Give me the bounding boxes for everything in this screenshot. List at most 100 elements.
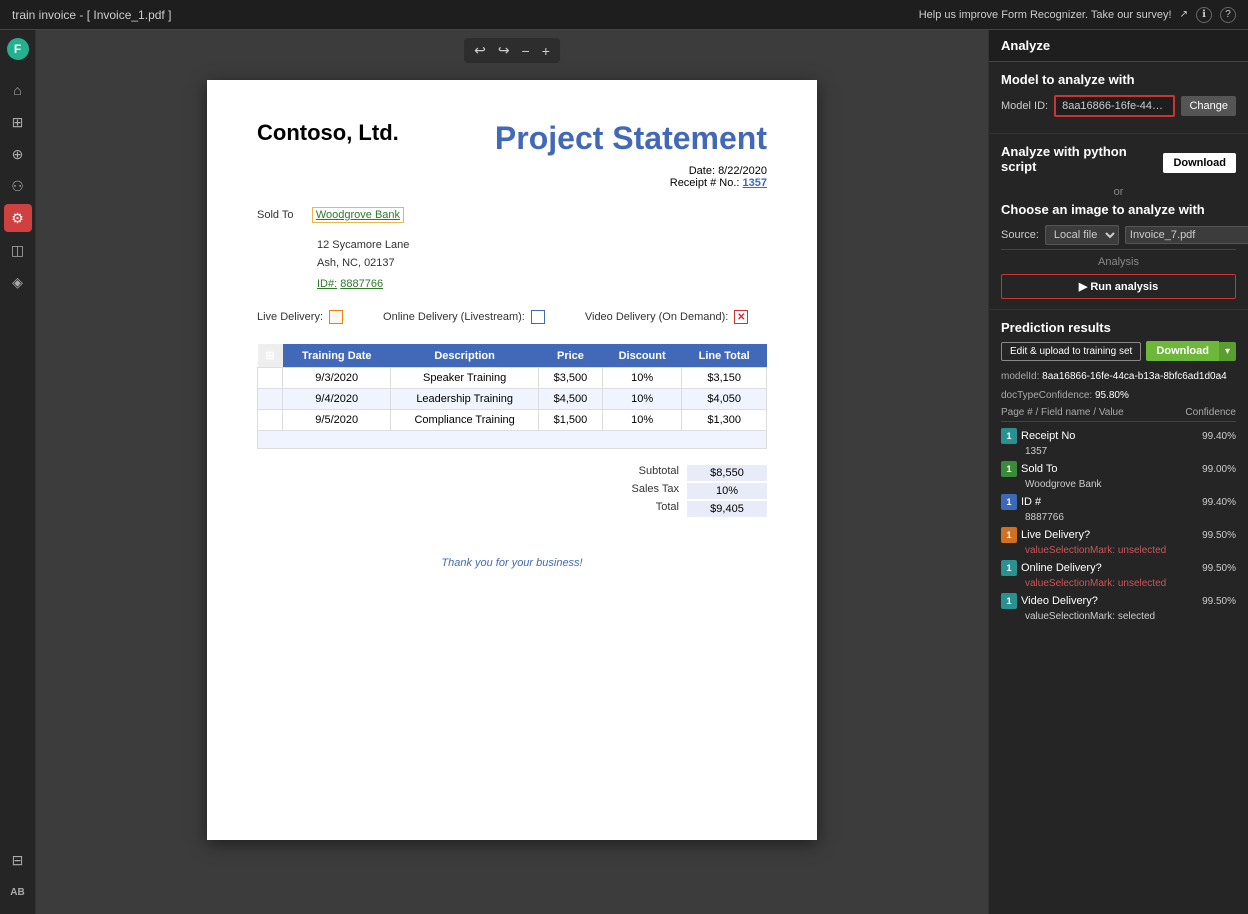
analysis-label: Analysis (1001, 249, 1236, 268)
model-id-label: Model ID: (1001, 100, 1048, 112)
col-training-date: Training Date (283, 344, 391, 368)
sidebar-icon-label[interactable]: ⊕ (4, 140, 32, 168)
sidebar-icon-layout[interactable]: ⊞ (4, 108, 32, 136)
address-line1: 12 Sycamore Lane (317, 237, 767, 255)
info-icon[interactable]: ℹ (1196, 7, 1212, 23)
download-main-button[interactable]: Download (1146, 341, 1219, 361)
row1-date: 9/3/2020 (283, 368, 391, 389)
sidebar-icon-person[interactable]: ⚇ (4, 172, 32, 200)
invoice-header: Contoso, Ltd. Project Statement Date: 8/… (257, 120, 767, 189)
subtotal-label: Subtotal (607, 465, 687, 481)
source-label: Source: (1001, 229, 1039, 241)
doc-zoom-in-btn[interactable]: + (538, 40, 554, 61)
sidebar-icon-settings[interactable]: ⚙ (4, 204, 32, 232)
field-value-soldto: Woodgrove Bank (1001, 479, 1236, 490)
sidebar-icon-document[interactable]: ◫ (4, 236, 32, 264)
model-id-row: Model ID: 8aa16866-16fe-44ca-b13a-8bfc6a… (1001, 95, 1236, 117)
online-delivery-checkbox (531, 310, 545, 324)
tax-label: Sales Tax (607, 483, 687, 499)
date-value: 8/22/2020 (718, 165, 767, 177)
choose-section-title: Choose an image to analyze with (1001, 202, 1236, 217)
survey-text: Help us improve Form Recognizer. Take ou… (919, 9, 1172, 21)
help-icon[interactable]: ? (1220, 7, 1236, 23)
field-name-soldto: Sold To (1021, 463, 1198, 475)
field-conf-live: 99.50% (1202, 530, 1236, 541)
sidebar-icon-table[interactable]: ⊟ (4, 846, 32, 874)
app-logo: F (7, 38, 29, 60)
row2-price: $4,500 (539, 389, 603, 410)
field-row-online: 1 Online Delivery? 99.50% valueSelection… (1001, 558, 1236, 589)
row2-desc: Leadership Training (391, 389, 539, 410)
prediction-title: Prediction results (1001, 320, 1236, 335)
total-row: Total $9,405 (607, 501, 767, 517)
prediction-section: Prediction results Edit & upload to trai… (989, 310, 1248, 634)
subtotal-value: $8,550 (687, 465, 767, 481)
badge-soldto: 1 (1001, 461, 1017, 477)
sidebar-icon-ab[interactable]: AB (4, 878, 32, 906)
subtotal-row: Subtotal $8,550 (607, 465, 767, 481)
field-name-receipt: Receipt No (1021, 430, 1198, 442)
invoice-id: ID#: 8887766 (317, 278, 767, 290)
panel-header: Analyze (989, 30, 1248, 62)
doc-forward-btn[interactable]: ↪ (494, 40, 514, 61)
source-select[interactable]: Local file URL (1045, 225, 1119, 245)
download-arrow-button[interactable]: ▾ (1219, 342, 1236, 361)
field-value-live: valueSelectionMark: unselected (1001, 545, 1236, 556)
invoice-footer: Thank you for your business! (257, 557, 767, 569)
live-delivery-item: Live Delivery: (257, 310, 343, 324)
python-download-button[interactable]: Download (1163, 153, 1236, 173)
row3-price: $1,500 (539, 410, 603, 431)
model-id-meta: modelId: 8aa16866-16fe-44ca-b13a-8bfc6ad… (1001, 369, 1236, 384)
download-split-button: Download ▾ (1146, 341, 1236, 361)
row3-desc: Compliance Training (391, 410, 539, 431)
doc-back-btn[interactable]: ↩ (470, 40, 490, 61)
field-row-id: 1 ID # 99.40% 8887766 (1001, 492, 1236, 523)
total-label: Total (607, 501, 687, 517)
row3-discount: 10% (602, 410, 681, 431)
change-model-button[interactable]: Change (1181, 96, 1236, 116)
table-icon-col: ⊞ (258, 344, 283, 368)
col-price: Price (539, 344, 603, 368)
table-row: 9/5/2020 Compliance Training $1,500 10% … (258, 410, 767, 431)
model-id-value: 8aa16866-16fe-44ca-b13a-8bfc6a... (1054, 95, 1175, 117)
tax-value: 10% (687, 483, 767, 499)
id-value: 8887766 (340, 278, 383, 290)
prediction-buttons: Edit & upload to training set Download ▾ (1001, 341, 1236, 361)
live-delivery-checkbox (329, 310, 343, 324)
edit-upload-button[interactable]: Edit & upload to training set (1001, 342, 1141, 361)
col-discount: Discount (602, 344, 681, 368)
table-row: 9/3/2020 Speaker Training $3,500 10% $3,… (258, 368, 767, 389)
field-name-id: ID # (1021, 496, 1198, 508)
right-panel: Analyze Model to analyze with Model ID: … (988, 30, 1248, 914)
python-section-title: Analyze with python script (1001, 144, 1163, 174)
invoice-checkboxes: Live Delivery: Online Delivery (Livestre… (257, 310, 767, 324)
online-delivery-item: Online Delivery (Livestream): (383, 310, 545, 324)
python-section: Analyze with python script Download or C… (989, 134, 1248, 310)
row2-date: 9/4/2020 (283, 389, 391, 410)
doc-toolbar: ↩ ↪ − + (464, 38, 560, 63)
doc-zoom-out-btn[interactable]: − (518, 40, 534, 61)
invoice-title: Project Statement (495, 120, 767, 157)
row2-total: $4,050 (682, 389, 767, 410)
sidebar-icon-pin[interactable]: ◈ (4, 268, 32, 296)
row1-desc: Speaker Training (391, 368, 539, 389)
video-delivery-checkbox: ✕ (734, 310, 748, 324)
field-name-live: Live Delivery? (1021, 529, 1198, 541)
receipt-label: Receipt # No.: (670, 177, 740, 189)
field-conf-id: 99.40% (1202, 497, 1236, 508)
field-table-header: Page # / Field name / Value Confidence (1001, 407, 1236, 422)
field-conf-receipt: 99.40% (1202, 431, 1236, 442)
model-section: Model to analyze with Model ID: 8aa16866… (989, 62, 1248, 134)
field-value-id: 8887766 (1001, 512, 1236, 523)
invoice-table: ⊞ Training Date Description Price Discou… (257, 344, 767, 449)
table-row: 9/4/2020 Leadership Training $4,500 10% … (258, 389, 767, 410)
sidebar-icon-home[interactable]: ⌂ (4, 76, 32, 104)
source-file-input[interactable] (1125, 226, 1248, 244)
window-title: train invoice - [ Invoice_1.pdf ] (12, 8, 171, 22)
sold-to-label: Sold To (257, 209, 294, 221)
run-analysis-button[interactable]: ▶ Run analysis (1001, 274, 1236, 299)
invoice-totals: Subtotal $8,550 Sales Tax 10% Total $9,4… (257, 465, 767, 517)
table-row-empty (258, 431, 767, 449)
field-row-soldto: 1 Sold To 99.00% Woodgrove Bank (1001, 459, 1236, 490)
row2-discount: 10% (602, 389, 681, 410)
